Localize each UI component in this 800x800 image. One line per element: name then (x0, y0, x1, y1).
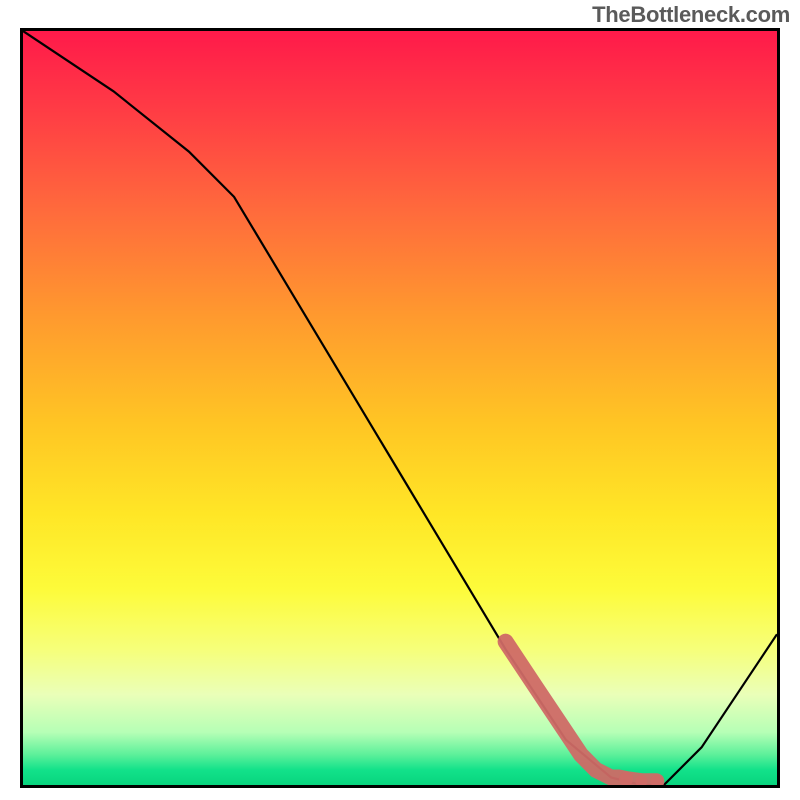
highlight-stroke (506, 642, 657, 782)
bottleneck-curve (23, 31, 777, 785)
chart-svg (23, 31, 777, 785)
plot-area (20, 28, 780, 788)
chart-frame: TheBottleneck.com (0, 0, 800, 800)
watermark-label: TheBottleneck.com (592, 2, 790, 28)
